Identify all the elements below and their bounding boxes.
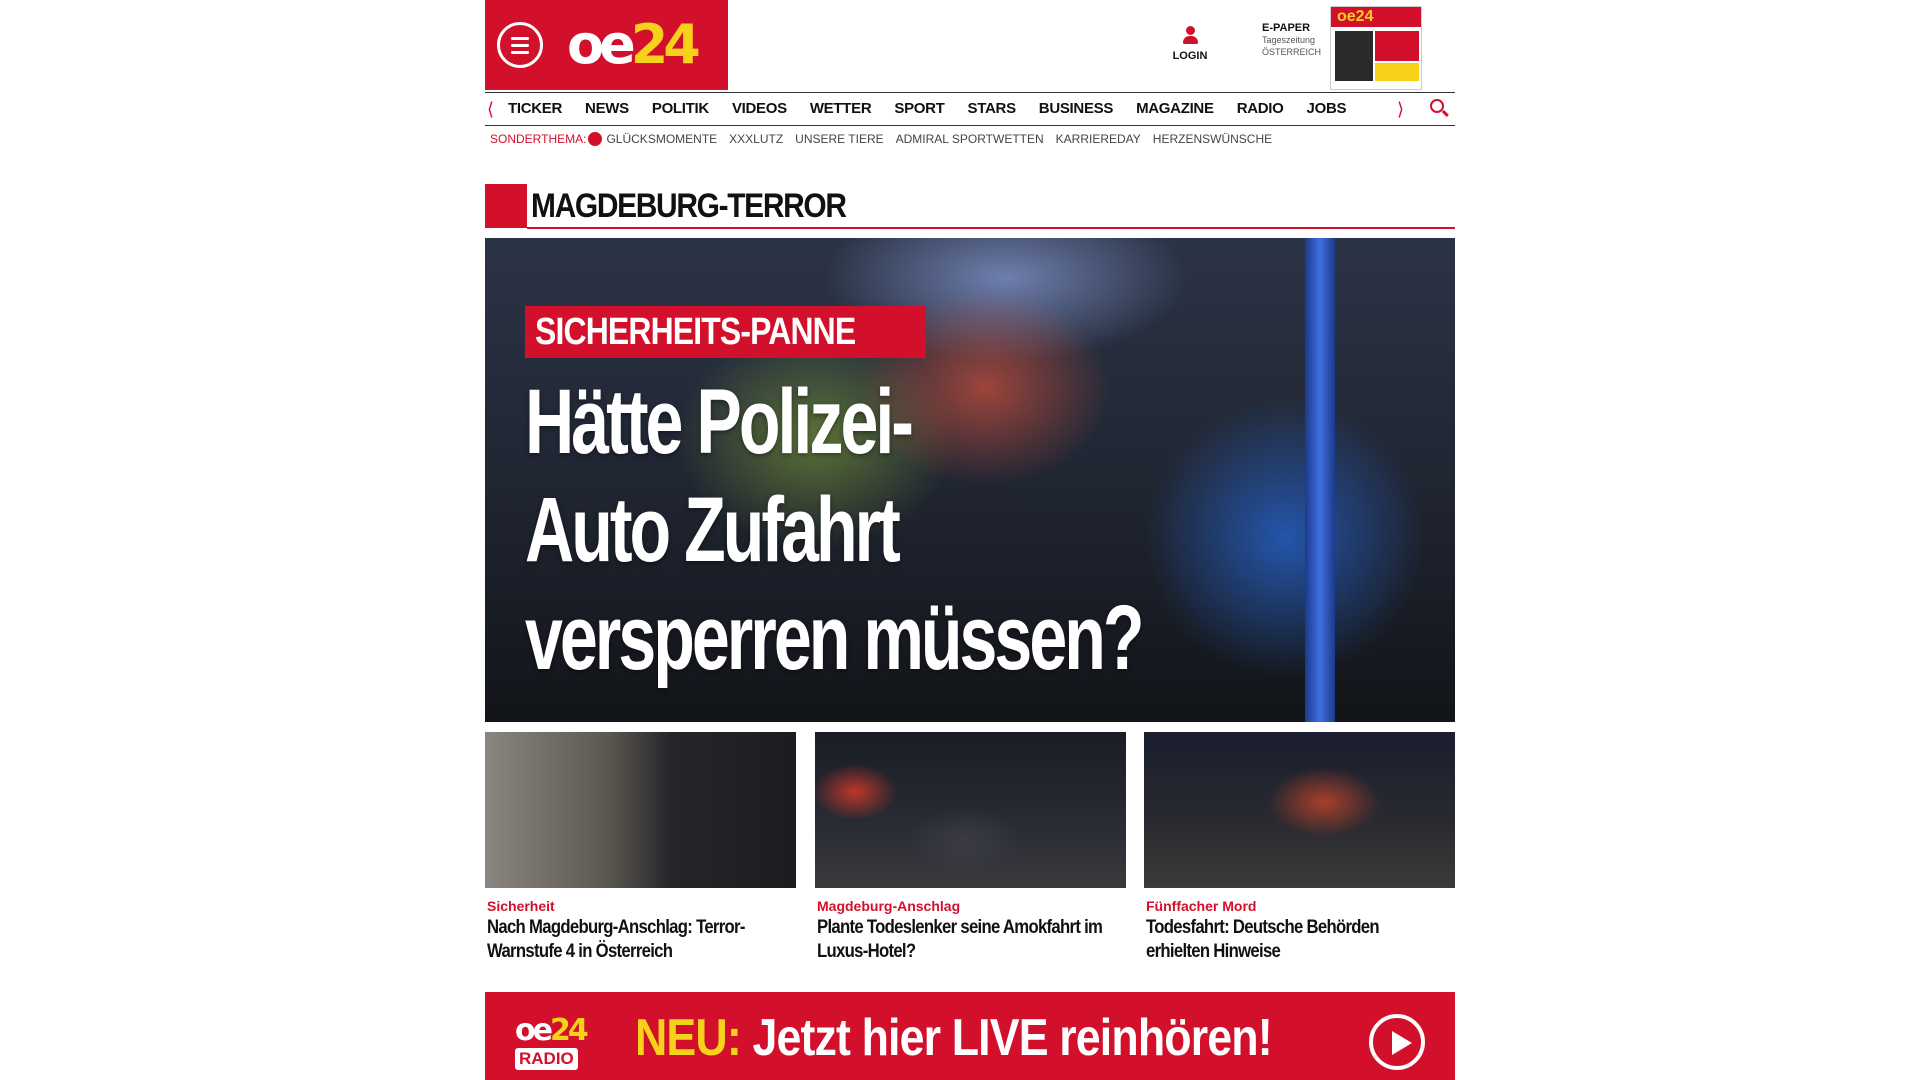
teaser-image: [815, 732, 1126, 888]
special-topics-bar: SONDERTHEMA: GLÜCKSMOMENTE XXXLUTZ UNSER…: [490, 130, 1284, 148]
cover-headline-box: [1375, 31, 1419, 61]
hero-kicker-text: SICHERHEITS-PANNE: [535, 311, 856, 353]
banner-neu: NEU:: [635, 1009, 742, 1067]
page: oe24 LOGIN E-PAPER Tageszeitung ÖSTERREI…: [485, 0, 1455, 1080]
subnav-item-gluecksmomente[interactable]: GLÜCKSMOMENTE: [606, 132, 717, 146]
logo-24: 24: [630, 13, 701, 76]
teaser-category: Sicherheit: [487, 898, 555, 914]
login-button[interactable]: LOGIN: [1165, 26, 1215, 62]
topic-badge-icon: [588, 132, 603, 146]
teaser-title: Todesfahrt: Deutsche Behörden erhielten …: [1146, 917, 1380, 962]
radio-logo-24: 24: [549, 1013, 589, 1048]
subnav-item-unsere-tiere[interactable]: UNSERE TIERE: [795, 132, 883, 146]
nav-item-ticker[interactable]: TICKER: [508, 93, 562, 125]
site-header: oe24 LOGIN E-PAPER Tageszeitung ÖSTERREI…: [485, 0, 1455, 90]
radio-logo: oe24 RADIO: [515, 1016, 607, 1078]
teaser-row: Sicherheit Nach Magdeburg-Anschlag: Terr…: [485, 732, 1455, 972]
epaper-link[interactable]: E-PAPER Tageszeitung ÖSTERREICH: [1262, 22, 1322, 58]
chevron-left-icon[interactable]: ⟨: [487, 99, 494, 120]
site-logo[interactable]: oe24: [567, 10, 701, 80]
nav-item-news[interactable]: NEWS: [585, 93, 629, 125]
subnav-item-karriereday[interactable]: KARRIEREDAY: [1056, 132, 1141, 146]
teaser-title: Plante Todeslenker seine Amokfahrt im Lu…: [817, 917, 1103, 962]
banner-headline: NEU: Jetzt hier LIVE reinhören!: [635, 1008, 1273, 1068]
user-icon: [1182, 26, 1198, 46]
subnav-item-herzenswuensche[interactable]: HERZENSWÜNSCHE: [1153, 132, 1272, 146]
hero-photo-detail: [1305, 238, 1335, 722]
radio-logo-label: RADIO: [515, 1048, 578, 1070]
login-label: LOGIN: [1172, 50, 1208, 62]
banner-text: Jetzt hier LIVE reinhören!: [740, 1009, 1272, 1067]
cover-yellow-box: [1375, 63, 1419, 81]
logo-oe: oe: [567, 13, 636, 76]
hero-article[interactable]: SICHERHEITS-PANNE Hätte Polizei- Auto Zu…: [485, 238, 1455, 722]
teaser-card[interactable]: Fünffacher Mord Todesfahrt: Deutsche Beh…: [1144, 732, 1455, 964]
subnav-item-admiral[interactable]: ADMIRAL SPORTWETTEN: [896, 132, 1044, 146]
play-icon[interactable]: [1369, 1014, 1425, 1070]
teaser-card[interactable]: Sicherheit Nach Magdeburg-Anschlag: Terr…: [485, 732, 796, 964]
radio-logo-oe: oe: [515, 1013, 553, 1048]
subnav-item-xxxlutz[interactable]: XXXLUTZ: [729, 132, 783, 146]
teaser-image: [485, 732, 796, 888]
nav-item-radio[interactable]: RADIO: [1237, 93, 1284, 125]
nav-item-videos[interactable]: VIDEOS: [732, 93, 787, 125]
teaser-category: Magdeburg-Anschlag: [817, 898, 961, 914]
radio-banner[interactable]: oe24 RADIO NEU: Jetzt hier LIVE reinhöre…: [485, 992, 1455, 1080]
teaser-category: Fünffacher Mord: [1146, 898, 1257, 914]
chevron-right-icon[interactable]: ⟩: [1397, 99, 1404, 120]
hero-headline-line: Auto Zufahrt: [525, 479, 901, 581]
section-divider: [527, 227, 1455, 229]
cover-photo: [1335, 31, 1373, 81]
nav-item-business[interactable]: BUSINESS: [1039, 93, 1114, 125]
cover-logo: oe24: [1331, 7, 1421, 27]
teaser-card[interactable]: Magdeburg-Anschlag Plante Todeslenker se…: [815, 732, 1126, 964]
main-nav: ⟨ TICKER NEWS POLITIK VIDEOS WETTER SPOR…: [485, 92, 1455, 126]
hamburger-icon-line: [511, 51, 529, 54]
hero-headline: Hätte Polizei- Auto Zufahrt versperren m…: [525, 368, 1265, 692]
teaser-image: [1144, 732, 1455, 888]
section-title[interactable]: MAGDEBURG-TERROR: [531, 184, 847, 228]
logo-area: oe24: [485, 0, 728, 90]
menu-button[interactable]: [497, 22, 543, 68]
search-icon[interactable]: [1430, 99, 1450, 119]
nav-item-jobs[interactable]: JOBS: [1307, 93, 1347, 125]
nav-items: TICKER NEWS POLITIK VIDEOS WETTER SPORT …: [508, 93, 1369, 125]
nav-item-stars[interactable]: STARS: [968, 93, 1017, 125]
nav-item-politik[interactable]: POLITIK: [652, 93, 709, 125]
hero-headline-line: Hätte Polizei-: [525, 371, 914, 473]
section-marker: [485, 184, 527, 228]
hero-headline-line: versperren müssen?: [525, 587, 1144, 689]
teaser-title: Nach Magdeburg-Anschlag: Terror-Warnstuf…: [487, 917, 745, 962]
special-topic-label: SONDERTHEMA:: [490, 132, 587, 146]
epaper-subtitle: Tageszeitung: [1262, 35, 1316, 45]
epaper-cover-image[interactable]: oe24: [1330, 6, 1422, 90]
hamburger-icon-line: [511, 37, 529, 40]
epaper-title: E-PAPER: [1262, 22, 1311, 34]
nav-item-wetter[interactable]: WETTER: [810, 93, 872, 125]
hamburger-icon-line: [511, 44, 529, 47]
nav-item-sport[interactable]: SPORT: [894, 93, 944, 125]
epaper-subtitle-2: ÖSTERREICH: [1262, 47, 1322, 57]
hero-kicker: SICHERHEITS-PANNE: [525, 306, 927, 358]
nav-item-magazine[interactable]: MAGAZINE: [1136, 93, 1214, 125]
